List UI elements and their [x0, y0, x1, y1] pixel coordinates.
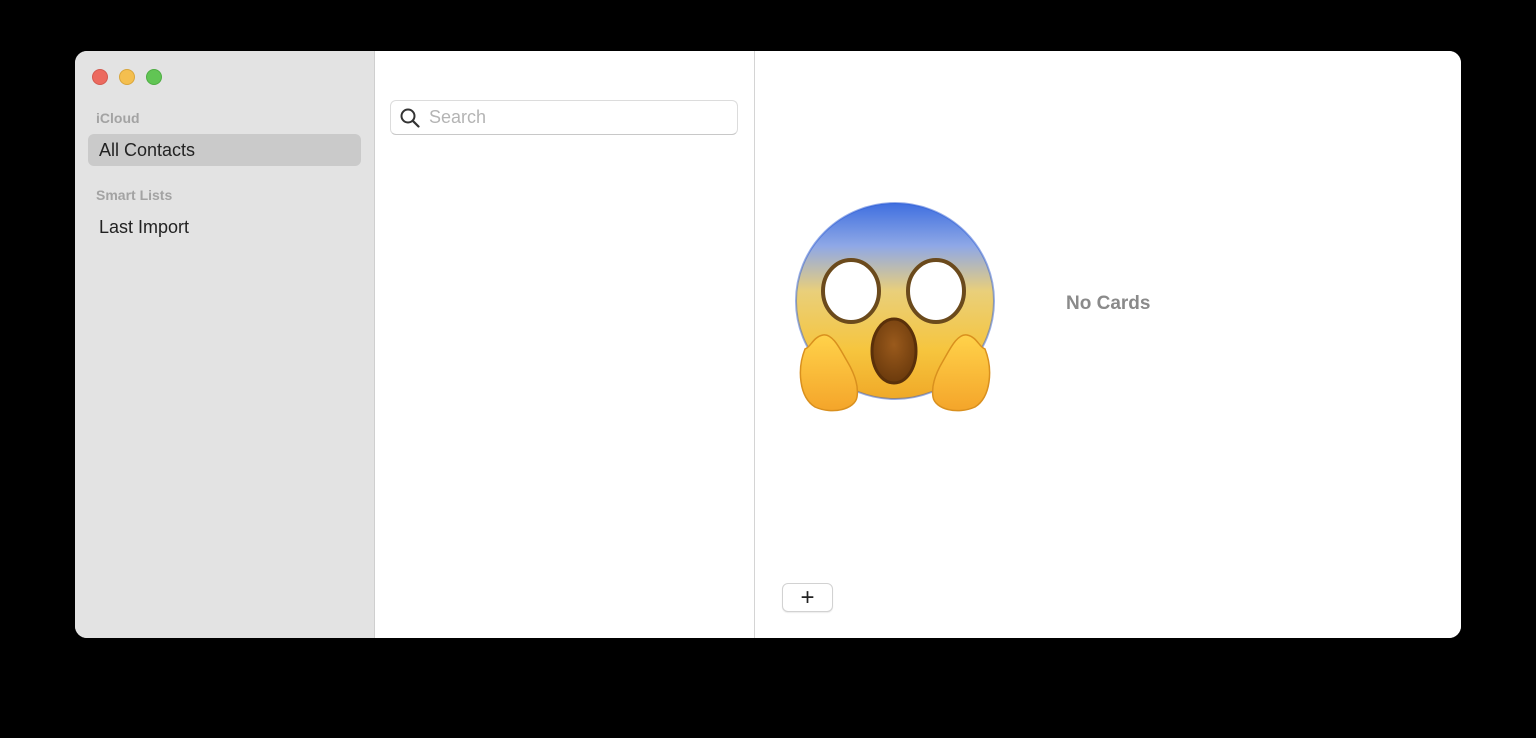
search-field[interactable] [390, 100, 738, 135]
magnifying-glass-icon [399, 107, 421, 129]
sidebar-item-label: All Contacts [99, 139, 196, 160]
close-window-button[interactable] [92, 69, 108, 85]
empty-state-label: No Cards [1066, 293, 1151, 314]
sidebar-item-label: Last Import [99, 216, 190, 237]
face-screaming-in-fear-emoji [793, 201, 997, 415]
minimize-window-button[interactable] [119, 69, 135, 85]
sidebar-item-last-import[interactable]: Last Import [88, 211, 361, 243]
sidebar: iCloud All Contacts Smart Lists Last Imp… [75, 51, 375, 638]
zoom-window-button[interactable] [146, 69, 162, 85]
contact-list-pane [375, 51, 755, 638]
add-contact-button[interactable]: + [782, 583, 833, 612]
contact-detail-pane: No Cards + [755, 51, 1461, 638]
search-input[interactable] [429, 107, 719, 128]
contacts-window: iCloud All Contacts Smart Lists Last Imp… [75, 51, 1461, 638]
window-controls [92, 69, 162, 85]
plus-icon: + [800, 583, 815, 611]
sidebar-section-icloud: iCloud [96, 110, 140, 126]
sidebar-item-all-contacts[interactable]: All Contacts [88, 134, 361, 166]
sidebar-section-smart-lists: Smart Lists [96, 187, 173, 203]
